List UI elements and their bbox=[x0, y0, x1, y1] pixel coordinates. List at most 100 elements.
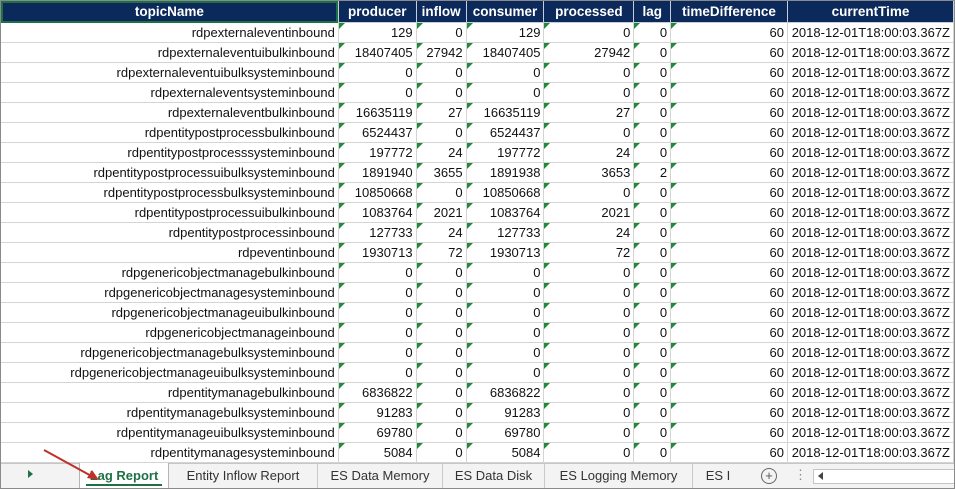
cell-producer[interactable]: 1930713 bbox=[338, 242, 417, 263]
cell-topicName[interactable]: rdpexternaleventuibulksysteminbound bbox=[1, 62, 339, 83]
cell-producer[interactable]: 69780 bbox=[338, 422, 417, 443]
cell-inflow[interactable]: 27942 bbox=[416, 42, 467, 63]
cell-timeDifference[interactable]: 60 bbox=[670, 342, 788, 363]
cell-currentTime[interactable]: 2018-12-01T18:00:03.367Z bbox=[787, 402, 954, 423]
cell-processed[interactable]: 27942 bbox=[543, 42, 635, 63]
cell-inflow[interactable]: 0 bbox=[416, 22, 467, 43]
cell-lag[interactable]: 0 bbox=[633, 362, 672, 383]
cell-processed[interactable]: 72 bbox=[543, 242, 635, 263]
cell-timeDifference[interactable]: 60 bbox=[670, 282, 788, 303]
cell-currentTime[interactable]: 2018-12-01T18:00:03.367Z bbox=[787, 182, 954, 203]
cell-consumer[interactable]: 0 bbox=[466, 342, 545, 363]
cell-timeDifference[interactable]: 60 bbox=[670, 182, 788, 203]
cell-topicName[interactable]: rdpeventinbound bbox=[1, 242, 339, 263]
cell-currentTime[interactable]: 2018-12-01T18:00:03.367Z bbox=[787, 242, 954, 263]
header-inflow[interactable]: inflow bbox=[416, 1, 467, 23]
cell-currentTime[interactable]: 2018-12-01T18:00:03.367Z bbox=[787, 102, 954, 123]
cell-consumer[interactable]: 1891938 bbox=[466, 162, 545, 183]
cell-lag[interactable]: 0 bbox=[633, 122, 672, 143]
cell-processed[interactable]: 2021 bbox=[543, 202, 635, 223]
cell-consumer[interactable]: 0 bbox=[466, 62, 545, 83]
cell-producer[interactable]: 0 bbox=[338, 82, 417, 103]
cell-processed[interactable]: 0 bbox=[543, 122, 635, 143]
cell-processed[interactable]: 0 bbox=[543, 22, 635, 43]
cell-lag[interactable]: 0 bbox=[633, 402, 672, 423]
cell-currentTime[interactable]: 2018-12-01T18:00:03.367Z bbox=[787, 362, 954, 383]
cell-timeDifference[interactable]: 60 bbox=[670, 42, 788, 63]
cell-topicName[interactable]: rdpexternaleventuibulkinbound bbox=[1, 42, 339, 63]
cell-producer[interactable]: 0 bbox=[338, 282, 417, 303]
cell-inflow[interactable]: 0 bbox=[416, 282, 467, 303]
cell-producer[interactable]: 0 bbox=[338, 302, 417, 323]
cell-inflow[interactable]: 0 bbox=[416, 302, 467, 323]
cell-currentTime[interactable]: 2018-12-01T18:00:03.367Z bbox=[787, 342, 954, 363]
cell-consumer[interactable]: 0 bbox=[466, 282, 545, 303]
cell-producer[interactable]: 1083764 bbox=[338, 202, 417, 223]
cell-processed[interactable]: 0 bbox=[543, 362, 635, 383]
tab-es-data-disk[interactable]: ES Data Disk bbox=[443, 464, 545, 488]
cell-inflow[interactable]: 0 bbox=[416, 362, 467, 383]
cell-timeDifference[interactable]: 60 bbox=[670, 322, 788, 343]
cell-currentTime[interactable]: 2018-12-01T18:00:03.367Z bbox=[787, 162, 954, 183]
cell-consumer[interactable]: 1083764 bbox=[466, 202, 545, 223]
cell-producer[interactable]: 0 bbox=[338, 322, 417, 343]
cell-topicName[interactable]: rdpexternaleventbulkinbound bbox=[1, 102, 339, 123]
tab-es-logging-memory[interactable]: ES Logging Memory bbox=[545, 464, 693, 488]
cell-currentTime[interactable]: 2018-12-01T18:00:03.367Z bbox=[787, 322, 954, 343]
cell-producer[interactable]: 6524437 bbox=[338, 122, 417, 143]
cell-processed[interactable]: 0 bbox=[543, 62, 635, 83]
cell-lag[interactable]: 0 bbox=[633, 342, 672, 363]
cell-timeDifference[interactable]: 60 bbox=[670, 222, 788, 243]
cell-currentTime[interactable]: 2018-12-01T18:00:03.367Z bbox=[787, 382, 954, 403]
cell-timeDifference[interactable]: 60 bbox=[670, 362, 788, 383]
cell-currentTime[interactable]: 2018-12-01T18:00:03.367Z bbox=[787, 222, 954, 243]
cell-inflow[interactable]: 3655 bbox=[416, 162, 467, 183]
cell-producer[interactable]: 129 bbox=[338, 22, 417, 43]
cell-currentTime[interactable]: 2018-12-01T18:00:03.367Z bbox=[787, 122, 954, 143]
horizontal-scrollbar[interactable] bbox=[813, 469, 954, 484]
cell-processed[interactable]: 0 bbox=[543, 342, 635, 363]
cell-topicName[interactable]: rdpentitypostprocessbulkinbound bbox=[1, 122, 339, 143]
cell-producer[interactable]: 0 bbox=[338, 342, 417, 363]
cell-topicName[interactable]: rdpentitymanagebulksysteminbound bbox=[1, 402, 339, 423]
cell-topicName[interactable]: rdpentitypostprocesssysteminbound bbox=[1, 142, 339, 163]
more-options-icon[interactable]: ⋮ bbox=[794, 467, 807, 483]
cell-consumer[interactable]: 197772 bbox=[466, 142, 545, 163]
cell-processed[interactable]: 0 bbox=[543, 262, 635, 283]
cell-currentTime[interactable]: 2018-12-01T18:00:03.367Z bbox=[787, 302, 954, 323]
header-lag[interactable]: lag bbox=[633, 1, 672, 23]
cell-topicName[interactable]: rdpentitypostprocessbulksysteminbound bbox=[1, 182, 339, 203]
cell-timeDifference[interactable]: 60 bbox=[670, 142, 788, 163]
cell-timeDifference[interactable]: 60 bbox=[670, 262, 788, 283]
cell-producer[interactable]: 10850668 bbox=[338, 182, 417, 203]
cell-lag[interactable]: 0 bbox=[633, 182, 672, 203]
cell-topicName[interactable]: rdpentitymanagebulkinbound bbox=[1, 382, 339, 403]
cell-timeDifference[interactable]: 60 bbox=[670, 242, 788, 263]
cell-producer[interactable]: 0 bbox=[338, 362, 417, 383]
cell-inflow[interactable]: 24 bbox=[416, 222, 467, 243]
cell-processed[interactable]: 27 bbox=[543, 102, 635, 123]
cell-consumer[interactable]: 0 bbox=[466, 262, 545, 283]
cell-lag[interactable]: 2 bbox=[633, 162, 672, 183]
cell-inflow[interactable]: 72 bbox=[416, 242, 467, 263]
cell-lag[interactable]: 0 bbox=[633, 82, 672, 103]
cell-processed[interactable]: 0 bbox=[543, 182, 635, 203]
cell-timeDifference[interactable]: 60 bbox=[670, 402, 788, 423]
cell-inflow[interactable]: 27 bbox=[416, 102, 467, 123]
cell-timeDifference[interactable]: 60 bbox=[670, 422, 788, 443]
cell-timeDifference[interactable]: 60 bbox=[670, 442, 788, 463]
cell-producer[interactable]: 0 bbox=[338, 62, 417, 83]
cell-processed[interactable]: 0 bbox=[543, 82, 635, 103]
cell-processed[interactable]: 0 bbox=[543, 422, 635, 443]
scroll-left-icon[interactable] bbox=[818, 472, 823, 480]
tab-entity-inflow-report[interactable]: Entity Inflow Report bbox=[169, 464, 318, 488]
cell-currentTime[interactable]: 2018-12-01T18:00:03.367Z bbox=[787, 422, 954, 443]
header-timedifference[interactable]: timeDifference bbox=[670, 1, 788, 23]
cell-timeDifference[interactable]: 60 bbox=[670, 302, 788, 323]
cell-lag[interactable]: 0 bbox=[633, 142, 672, 163]
cell-producer[interactable]: 0 bbox=[338, 262, 417, 283]
cell-inflow[interactable]: 0 bbox=[416, 402, 467, 423]
cell-processed[interactable]: 0 bbox=[543, 402, 635, 423]
cell-lag[interactable]: 0 bbox=[633, 42, 672, 63]
cell-consumer[interactable]: 127733 bbox=[466, 222, 545, 243]
